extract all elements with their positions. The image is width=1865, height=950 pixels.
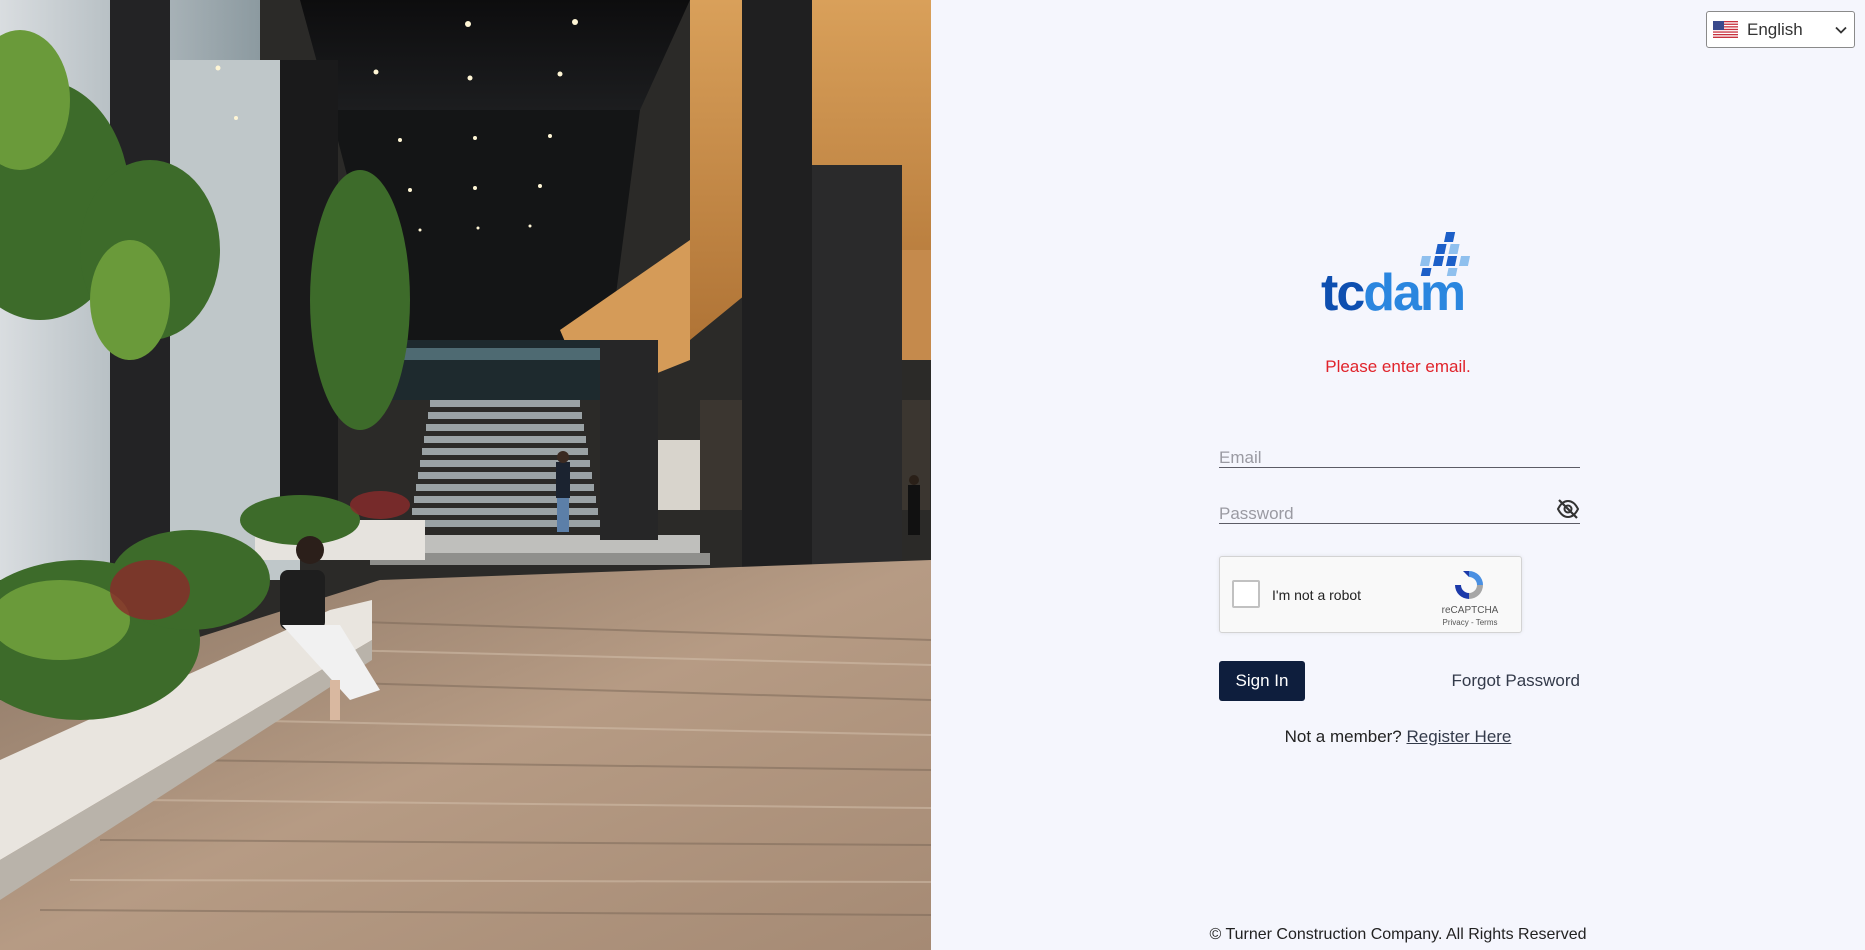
tcdam-logo: tcdam (1321, 232, 1471, 316)
lobby-photo (0, 0, 931, 950)
login-panel: English tcdam Please enter email. Email … (931, 0, 1865, 950)
register-row: Not a member? Register Here (931, 727, 1865, 747)
password-input[interactable] (1219, 488, 1580, 531)
eye-off-icon[interactable] (1556, 498, 1580, 520)
not-member-text: Not a member? (1284, 727, 1402, 746)
chevron-down-icon (1835, 26, 1847, 34)
register-link[interactable]: Register Here (1407, 727, 1512, 746)
recaptcha-label: I'm not a robot (1272, 587, 1362, 603)
recaptcha-icon (1455, 571, 1483, 599)
recaptcha-checkbox[interactable] (1232, 580, 1260, 608)
forgot-password-link[interactable]: Forgot Password (1452, 671, 1581, 691)
footer-copyright: © Turner Construction Company. All Right… (1209, 926, 1587, 943)
hero-image (0, 0, 931, 950)
email-field-wrapper (1219, 432, 1580, 475)
recaptcha-widget: I'm not a robot reCAPTCHA Privacy - Term… (1219, 556, 1522, 633)
password-field-wrapper (1219, 488, 1580, 531)
sign-in-button[interactable]: Sign In (1219, 661, 1305, 701)
error-message: Please enter email. (1325, 357, 1471, 376)
recaptcha-brand: reCAPTCHA (1441, 605, 1499, 616)
us-flag-icon (1713, 21, 1738, 38)
email-input[interactable] (1219, 432, 1580, 475)
language-select[interactable]: English (1706, 11, 1855, 48)
recaptcha-privacy-terms[interactable]: Privacy - Terms (1430, 618, 1510, 627)
language-label: English (1747, 19, 1803, 39)
svg-text:tcdam: tcdam (1321, 264, 1464, 316)
